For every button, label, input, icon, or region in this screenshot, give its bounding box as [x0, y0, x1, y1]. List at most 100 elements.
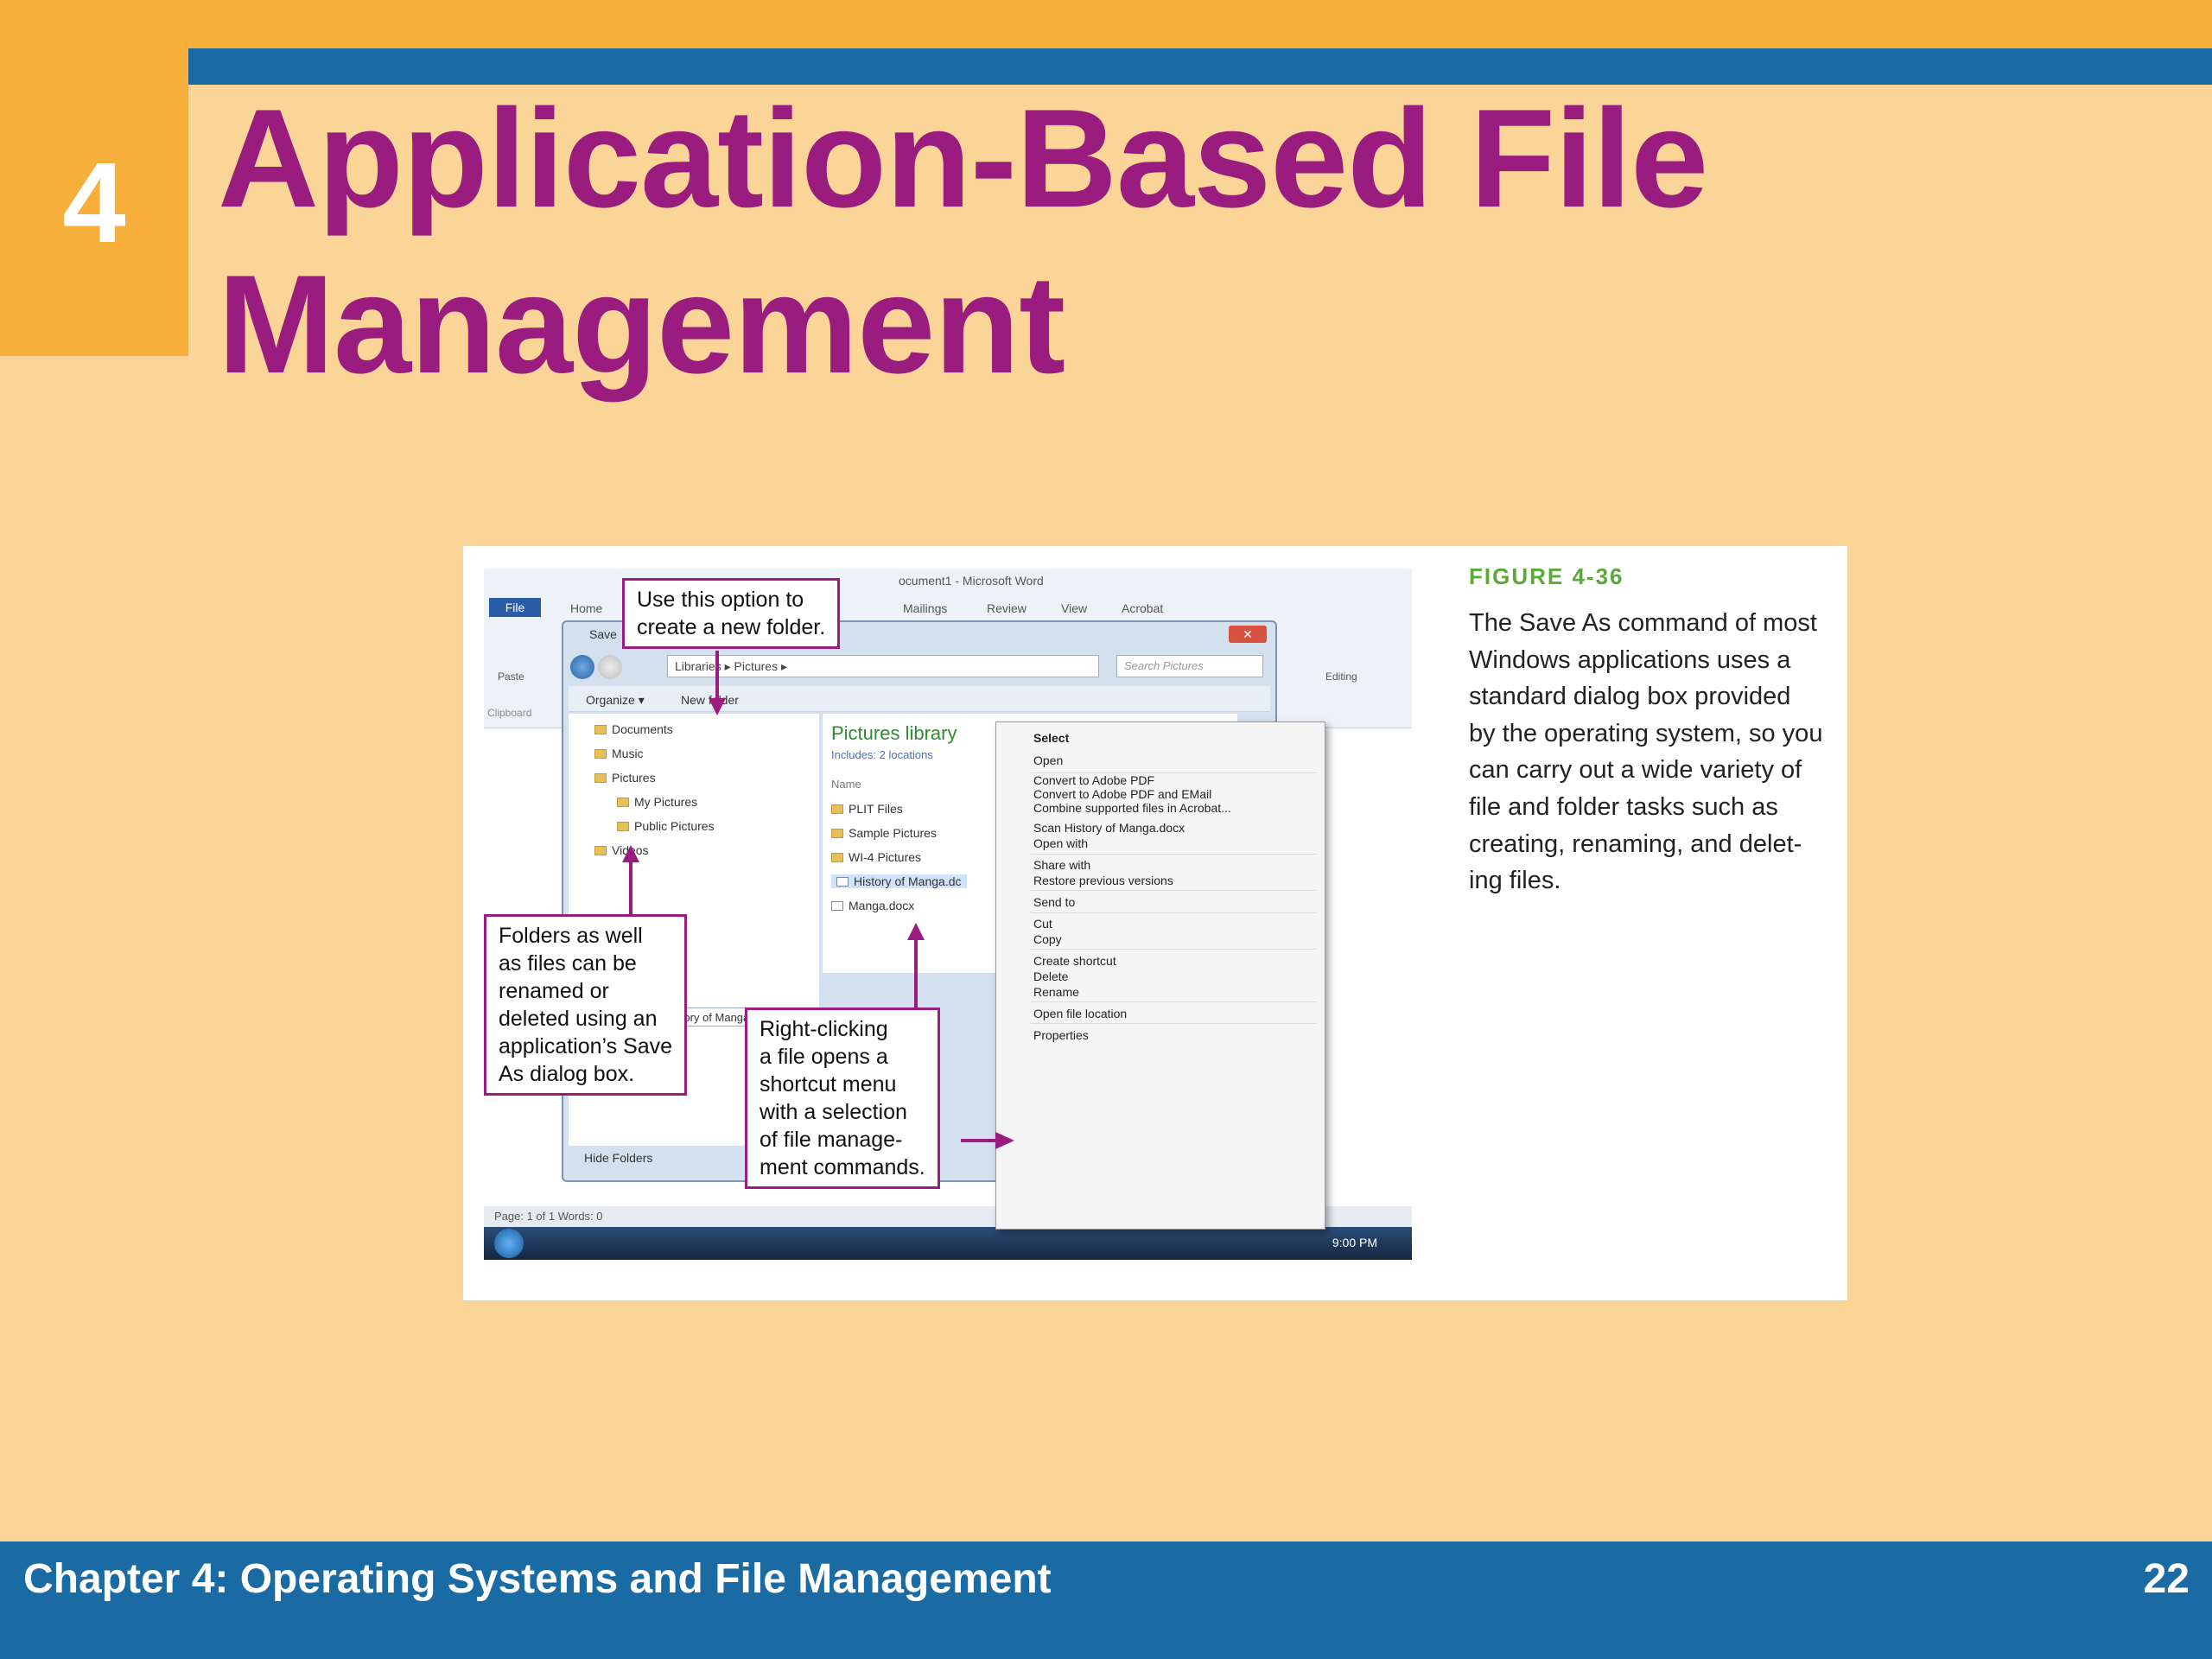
address-bar[interactable]: Libraries ▸ Pictures ▸ — [667, 655, 1099, 677]
nav-item-my-pictures[interactable]: My Pictures — [617, 795, 697, 809]
menu-item-create-shortcut[interactable]: Create shortcut — [1033, 954, 1116, 968]
folder-icon — [594, 773, 607, 783]
menu-item-open-with[interactable]: Open with — [1033, 836, 1088, 850]
nav-item-documents[interactable]: Documents — [594, 722, 673, 736]
context-menu: Select Open Convert to Adobe PDF Convert… — [995, 721, 1325, 1230]
folder-icon — [617, 822, 629, 831]
arrow-head — [907, 923, 925, 940]
caption-line: by the operating system, so you — [1469, 719, 1823, 747]
tab-home[interactable]: Home — [570, 601, 602, 615]
taskbar-clock: 9:00 PM — [1332, 1236, 1377, 1249]
menu-item-open[interactable]: Open — [1033, 753, 1063, 767]
search-input[interactable]: Search Pictures — [1116, 655, 1263, 677]
clipboard-group-label: Clipboard — [487, 707, 532, 719]
caption-line: standard dialog box provided — [1469, 683, 1791, 711]
title-line-1: Application-Based File — [218, 80, 1708, 237]
arrow-new-folder — [715, 651, 719, 702]
menu-item-combine-acrobat[interactable]: Combine supported files in Acrobat... — [1033, 801, 1231, 815]
library-title: Pictures library — [831, 722, 957, 744]
chapter-number: 4 — [62, 138, 126, 266]
top-orange-bar — [0, 0, 2212, 48]
tab-acrobat[interactable]: Acrobat — [1122, 601, 1163, 615]
hide-folders-button[interactable]: Hide Folders — [584, 1151, 652, 1165]
arrow-head — [995, 1132, 1014, 1149]
folder-icon — [831, 804, 843, 814]
caption-line: file and folder tasks such as — [1469, 792, 1778, 821]
nav-item-music[interactable]: Music — [594, 747, 644, 760]
arrow-rename — [961, 1139, 999, 1142]
document-icon — [831, 901, 843, 911]
menu-item-convert-pdf[interactable]: Convert to Adobe PDF — [1033, 773, 1154, 787]
caption-line: The Save As command of most — [1469, 609, 1817, 637]
folder-icon — [617, 798, 629, 807]
folder-icon — [594, 725, 607, 734]
chapter-number-box: 4 — [0, 48, 188, 356]
arrow-folders — [629, 859, 632, 914]
callout-new-folder: Use this option to create a new folder. — [622, 578, 841, 649]
menu-item-select[interactable]: Select — [1033, 731, 1069, 745]
menu-item-properties[interactable]: Properties — [1033, 1028, 1089, 1042]
footer-chapter-title: Chapter 4: Operating Systems and File Ma… — [23, 1556, 1052, 1602]
file-item[interactable]: WI-4 Pictures — [831, 850, 921, 864]
file-item[interactable]: Manga.docx — [831, 899, 914, 912]
menu-separator — [1031, 854, 1316, 855]
organize-button[interactable]: Organize ▾ — [586, 693, 645, 708]
forward-arrow-icon[interactable] — [598, 655, 622, 679]
nav-item-pictures[interactable]: Pictures — [594, 771, 656, 785]
file-item[interactable]: Sample Pictures — [831, 826, 937, 840]
caption-line: Windows applications uses a — [1469, 645, 1791, 674]
music-icon — [594, 749, 607, 759]
arrow-file-item — [914, 937, 918, 1007]
file-item-selected[interactable]: History of Manga.dc — [831, 874, 967, 888]
tab-review[interactable]: Review — [987, 601, 1027, 615]
word-window-title: ocument1 - Microsoft Word — [899, 574, 1044, 588]
dialog-command-bar: Organize ▾ New folder — [569, 686, 1270, 712]
menu-separator — [1031, 949, 1316, 950]
file-tab[interactable]: File — [489, 598, 541, 617]
menu-item-restore[interactable]: Restore previous versions — [1033, 874, 1173, 887]
figure-screenshot: ocument1 - Microsoft Word File Home Mail… — [484, 569, 1412, 1260]
caption-line: can carry out a wide variety of — [1469, 756, 1802, 785]
dialog-title: Save — [589, 627, 617, 641]
menu-item-scan[interactable]: Scan History of Manga.docx — [1033, 821, 1185, 835]
windows-taskbar: 9:00 PM — [484, 1227, 1412, 1260]
menu-item-send-to[interactable]: Send to — [1033, 895, 1075, 909]
page-number: 22 — [2143, 1556, 2190, 1602]
video-icon — [594, 846, 607, 855]
callout-folders: Folders as well as files can be renamed … — [484, 914, 688, 1096]
menu-item-convert-pdf-email[interactable]: Convert to Adobe PDF and EMail — [1033, 787, 1211, 801]
folder-icon — [831, 829, 843, 838]
menu-separator — [1031, 1001, 1316, 1002]
document-icon — [836, 877, 849, 887]
menu-separator — [1031, 912, 1316, 913]
menu-item-rename[interactable]: Rename — [1033, 985, 1079, 999]
callout-right-click: Right-clicking a file opens a shortcut m… — [745, 1007, 940, 1189]
menu-item-cut[interactable]: Cut — [1033, 917, 1052, 931]
figure-caption: The Save As command of most Windows appl… — [1469, 605, 1849, 899]
menu-separator — [1031, 890, 1316, 891]
caption-line: ing files. — [1469, 867, 1561, 895]
menu-separator — [1031, 1023, 1316, 1024]
library-includes[interactable]: Includes: 2 locations — [831, 748, 933, 761]
tab-view[interactable]: View — [1061, 601, 1087, 615]
title-line-2: Management — [218, 246, 1065, 403]
nav-item-public-pictures[interactable]: Public Pictures — [617, 819, 715, 833]
tab-mailings[interactable]: Mailings — [903, 601, 947, 615]
caption-line: creating, renaming, and delet- — [1469, 830, 1802, 858]
arrow-head — [709, 698, 726, 715]
slide-title: Application-Based File Management — [218, 76, 2162, 408]
editing-label[interactable]: Editing — [1325, 671, 1357, 683]
menu-item-open-file-location[interactable]: Open file location — [1033, 1007, 1127, 1020]
menu-item-delete[interactable]: Delete — [1033, 969, 1068, 983]
start-button-icon[interactable] — [494, 1229, 524, 1258]
menu-item-copy[interactable]: Copy — [1033, 932, 1062, 946]
folder-icon — [831, 853, 843, 862]
file-item[interactable]: PLIT Files — [831, 802, 903, 816]
back-arrow-icon[interactable] — [570, 655, 594, 679]
name-column-header[interactable]: Name — [831, 778, 861, 791]
arrow-head — [622, 845, 639, 862]
menu-item-share-with[interactable]: Share with — [1033, 858, 1090, 872]
figure-label: FIGURE 4-36 — [1469, 563, 1624, 589]
dialog-close-button[interactable]: ✕ — [1229, 626, 1267, 643]
paste-label[interactable]: Paste — [498, 671, 524, 683]
